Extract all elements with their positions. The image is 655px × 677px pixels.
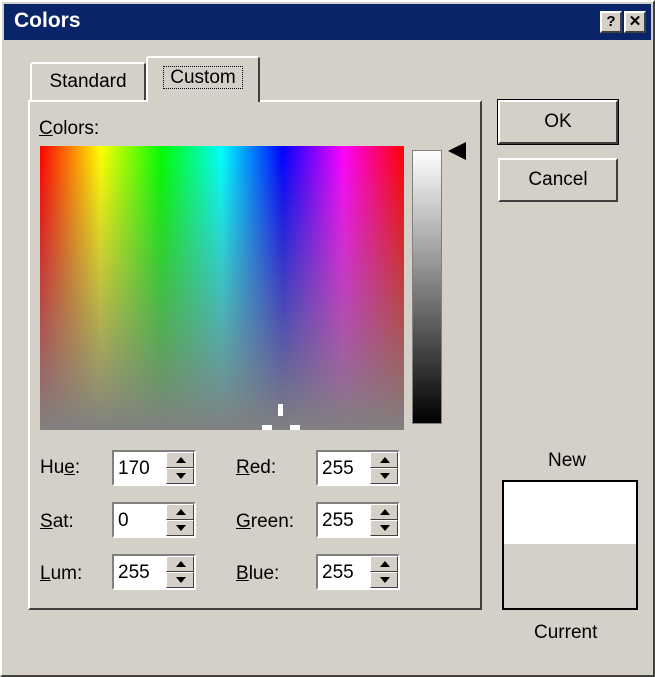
help-icon: ? <box>606 13 616 30</box>
hue-up-icon[interactable] <box>166 452 194 468</box>
green-down-icon[interactable] <box>370 520 398 536</box>
blue-up-icon[interactable] <box>370 556 398 572</box>
green-field[interactable]: 255 <box>316 502 400 538</box>
green-label: Green: <box>236 511 295 532</box>
sat-field[interactable]: 0 <box>112 502 196 538</box>
sat-value[interactable]: 0 <box>118 510 129 532</box>
hue-label: Hue: <box>40 457 81 478</box>
hue-value[interactable]: 170 <box>118 458 150 480</box>
sat-down-icon[interactable] <box>166 520 194 536</box>
color-spectrum[interactable] <box>40 146 404 430</box>
cancel-button[interactable]: Cancel <box>498 158 618 202</box>
new-color-swatch <box>504 482 636 544</box>
close-button[interactable]: ✕ <box>624 11 646 33</box>
red-value[interactable]: 255 <box>322 458 354 480</box>
tab-custom[interactable]: Custom <box>146 56 260 102</box>
green-value[interactable]: 255 <box>322 510 354 532</box>
blue-down-icon[interactable] <box>370 572 398 588</box>
green-up-icon[interactable] <box>370 504 398 520</box>
hue-field[interactable]: 170 <box>112 450 196 486</box>
title-bar[interactable]: Colors ? ✕ <box>4 4 651 40</box>
new-label: New <box>548 450 587 471</box>
sat-up-icon[interactable] <box>166 504 194 520</box>
hue-down-icon[interactable] <box>166 468 194 484</box>
tab-custom-label: Custom <box>163 66 243 89</box>
blue-spinner[interactable] <box>370 556 398 588</box>
current-label: Current <box>534 622 598 643</box>
sat-label: Sat: <box>40 511 74 532</box>
blue-field[interactable]: 255 <box>316 554 400 590</box>
colors-label: Colors: <box>39 118 100 139</box>
lum-field[interactable]: 255 <box>112 554 196 590</box>
crosshair-icon <box>278 404 283 416</box>
current-color-swatch <box>504 544 636 608</box>
red-down-icon[interactable] <box>370 468 398 484</box>
lum-up-icon[interactable] <box>166 556 194 572</box>
close-icon: ✕ <box>628 13 642 30</box>
lum-down-icon[interactable] <box>166 572 194 588</box>
sat-spinner[interactable] <box>166 504 194 536</box>
red-label: Red: <box>236 457 277 478</box>
tab-standard-label: Standard <box>49 71 127 92</box>
ok-button[interactable]: OK <box>497 99 619 145</box>
lum-label: Lum: <box>40 563 83 584</box>
blue-value[interactable]: 255 <box>322 562 354 584</box>
luminosity-slider-arrow-icon[interactable] <box>448 142 466 160</box>
luminosity-bar[interactable] <box>412 150 442 424</box>
green-spinner[interactable] <box>370 504 398 536</box>
red-field[interactable]: 255 <box>316 450 400 486</box>
lum-value[interactable]: 255 <box>118 562 150 584</box>
blue-label: Blue: <box>236 563 280 584</box>
lum-spinner[interactable] <box>166 556 194 588</box>
hue-spinner[interactable] <box>166 452 194 484</box>
red-up-icon[interactable] <box>370 452 398 468</box>
color-preview <box>502 480 638 610</box>
tab-standard[interactable]: Standard <box>30 62 146 102</box>
red-spinner[interactable] <box>370 452 398 484</box>
window-title: Colors <box>14 9 81 32</box>
help-button[interactable]: ? <box>600 11 622 33</box>
